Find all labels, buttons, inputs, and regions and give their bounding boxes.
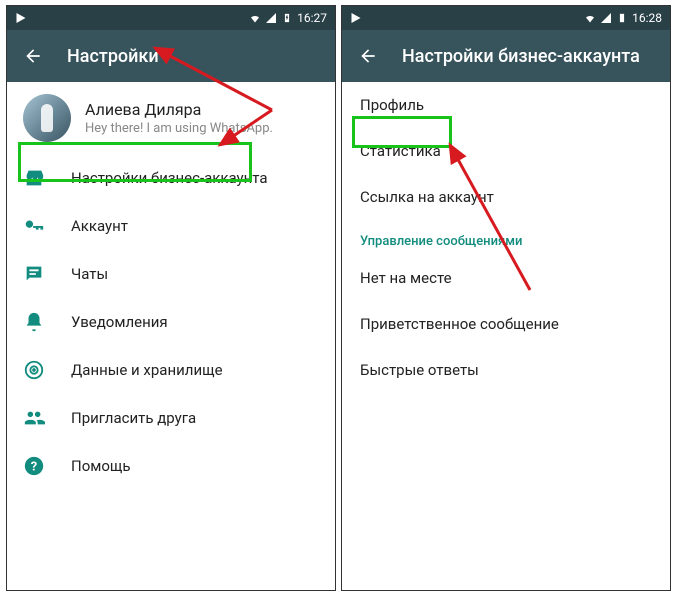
business-item-label: Статистика [360, 142, 441, 160]
toolbar: Настройки бизнес-аккаунта [342, 30, 670, 82]
settings-item-data[interactable]: Данные и хранилище [7, 346, 335, 394]
play-store-icon [350, 12, 362, 24]
profile-status: Hey there! I am using WhatsApp. [85, 121, 319, 136]
settings-item-help[interactable]: ? Помощь [7, 442, 335, 490]
business-item-label: Нет на месте [360, 269, 452, 287]
signal-icon [600, 12, 612, 24]
help-icon: ? [23, 455, 45, 477]
settings-item-label: Настройки бизнес-аккаунта [71, 169, 268, 187]
business-item-quickreplies[interactable]: Быстрые ответы [342, 347, 670, 393]
section-header-messages: Управление сообщениями [342, 220, 670, 255]
avatar [23, 94, 71, 142]
storefront-icon [23, 167, 45, 189]
page-title: Настройки бизнес-аккаунта [402, 46, 640, 67]
settings-item-notifications[interactable]: Уведомления [7, 298, 335, 346]
business-item-away[interactable]: Нет на месте [342, 255, 670, 301]
signal-icon [265, 12, 277, 24]
statusbar-time: 16:27 [297, 11, 327, 25]
settings-item-business[interactable]: Настройки бизнес-аккаунта [7, 154, 335, 202]
chat-icon [23, 263, 45, 285]
business-item-statistics[interactable]: Статистика [342, 128, 670, 174]
business-item-label: Профиль [360, 96, 424, 114]
business-item-greeting[interactable]: Приветственное сообщение [342, 301, 670, 347]
data-icon [23, 359, 45, 381]
business-item-label: Приветственное сообщение [360, 315, 559, 333]
phone-right: 16:28 Настройки бизнес-аккаунта Профиль … [341, 5, 671, 591]
business-item-label: Быстрые ответы [360, 361, 479, 379]
toolbar: Настройки [7, 30, 335, 82]
profile-name: Алиева Диляра [85, 100, 319, 119]
key-icon [23, 215, 45, 237]
business-item-label: Ссылка на аккаунт [360, 188, 494, 206]
settings-item-account[interactable]: Аккаунт [7, 202, 335, 250]
settings-item-label: Пригласить друга [71, 409, 196, 427]
business-item-profile[interactable]: Профиль [342, 82, 670, 128]
svg-text:?: ? [31, 460, 37, 475]
battery-charging-icon [616, 12, 628, 24]
profile-row[interactable]: Алиева Диляра Hey there! I am using What… [7, 82, 335, 154]
back-arrow-icon[interactable] [23, 46, 43, 66]
settings-item-label: Данные и хранилище [71, 361, 223, 379]
statusbar-time: 16:28 [632, 11, 662, 25]
battery-charging-icon [281, 12, 293, 24]
settings-item-label: Аккаунт [71, 217, 128, 235]
back-arrow-icon[interactable] [358, 46, 378, 66]
business-item-link[interactable]: Ссылка на аккаунт [342, 174, 670, 220]
settings-item-chats[interactable]: Чаты [7, 250, 335, 298]
settings-item-label: Помощь [71, 457, 131, 475]
settings-item-label: Уведомления [71, 313, 168, 331]
phone-left: 16:27 Настройки Алиева Диляра Hey there!… [6, 5, 336, 591]
settings-item-invite[interactable]: Пригласить друга [7, 394, 335, 442]
page-title: Настройки [67, 46, 159, 67]
settings-item-label: Чаты [71, 265, 108, 283]
statusbar: 16:28 [342, 6, 670, 30]
bell-icon [23, 311, 45, 333]
statusbar: 16:27 [7, 6, 335, 30]
play-store-icon [15, 12, 27, 24]
wifi-icon [584, 12, 596, 24]
invite-icon [23, 407, 45, 429]
wifi-icon [249, 12, 261, 24]
